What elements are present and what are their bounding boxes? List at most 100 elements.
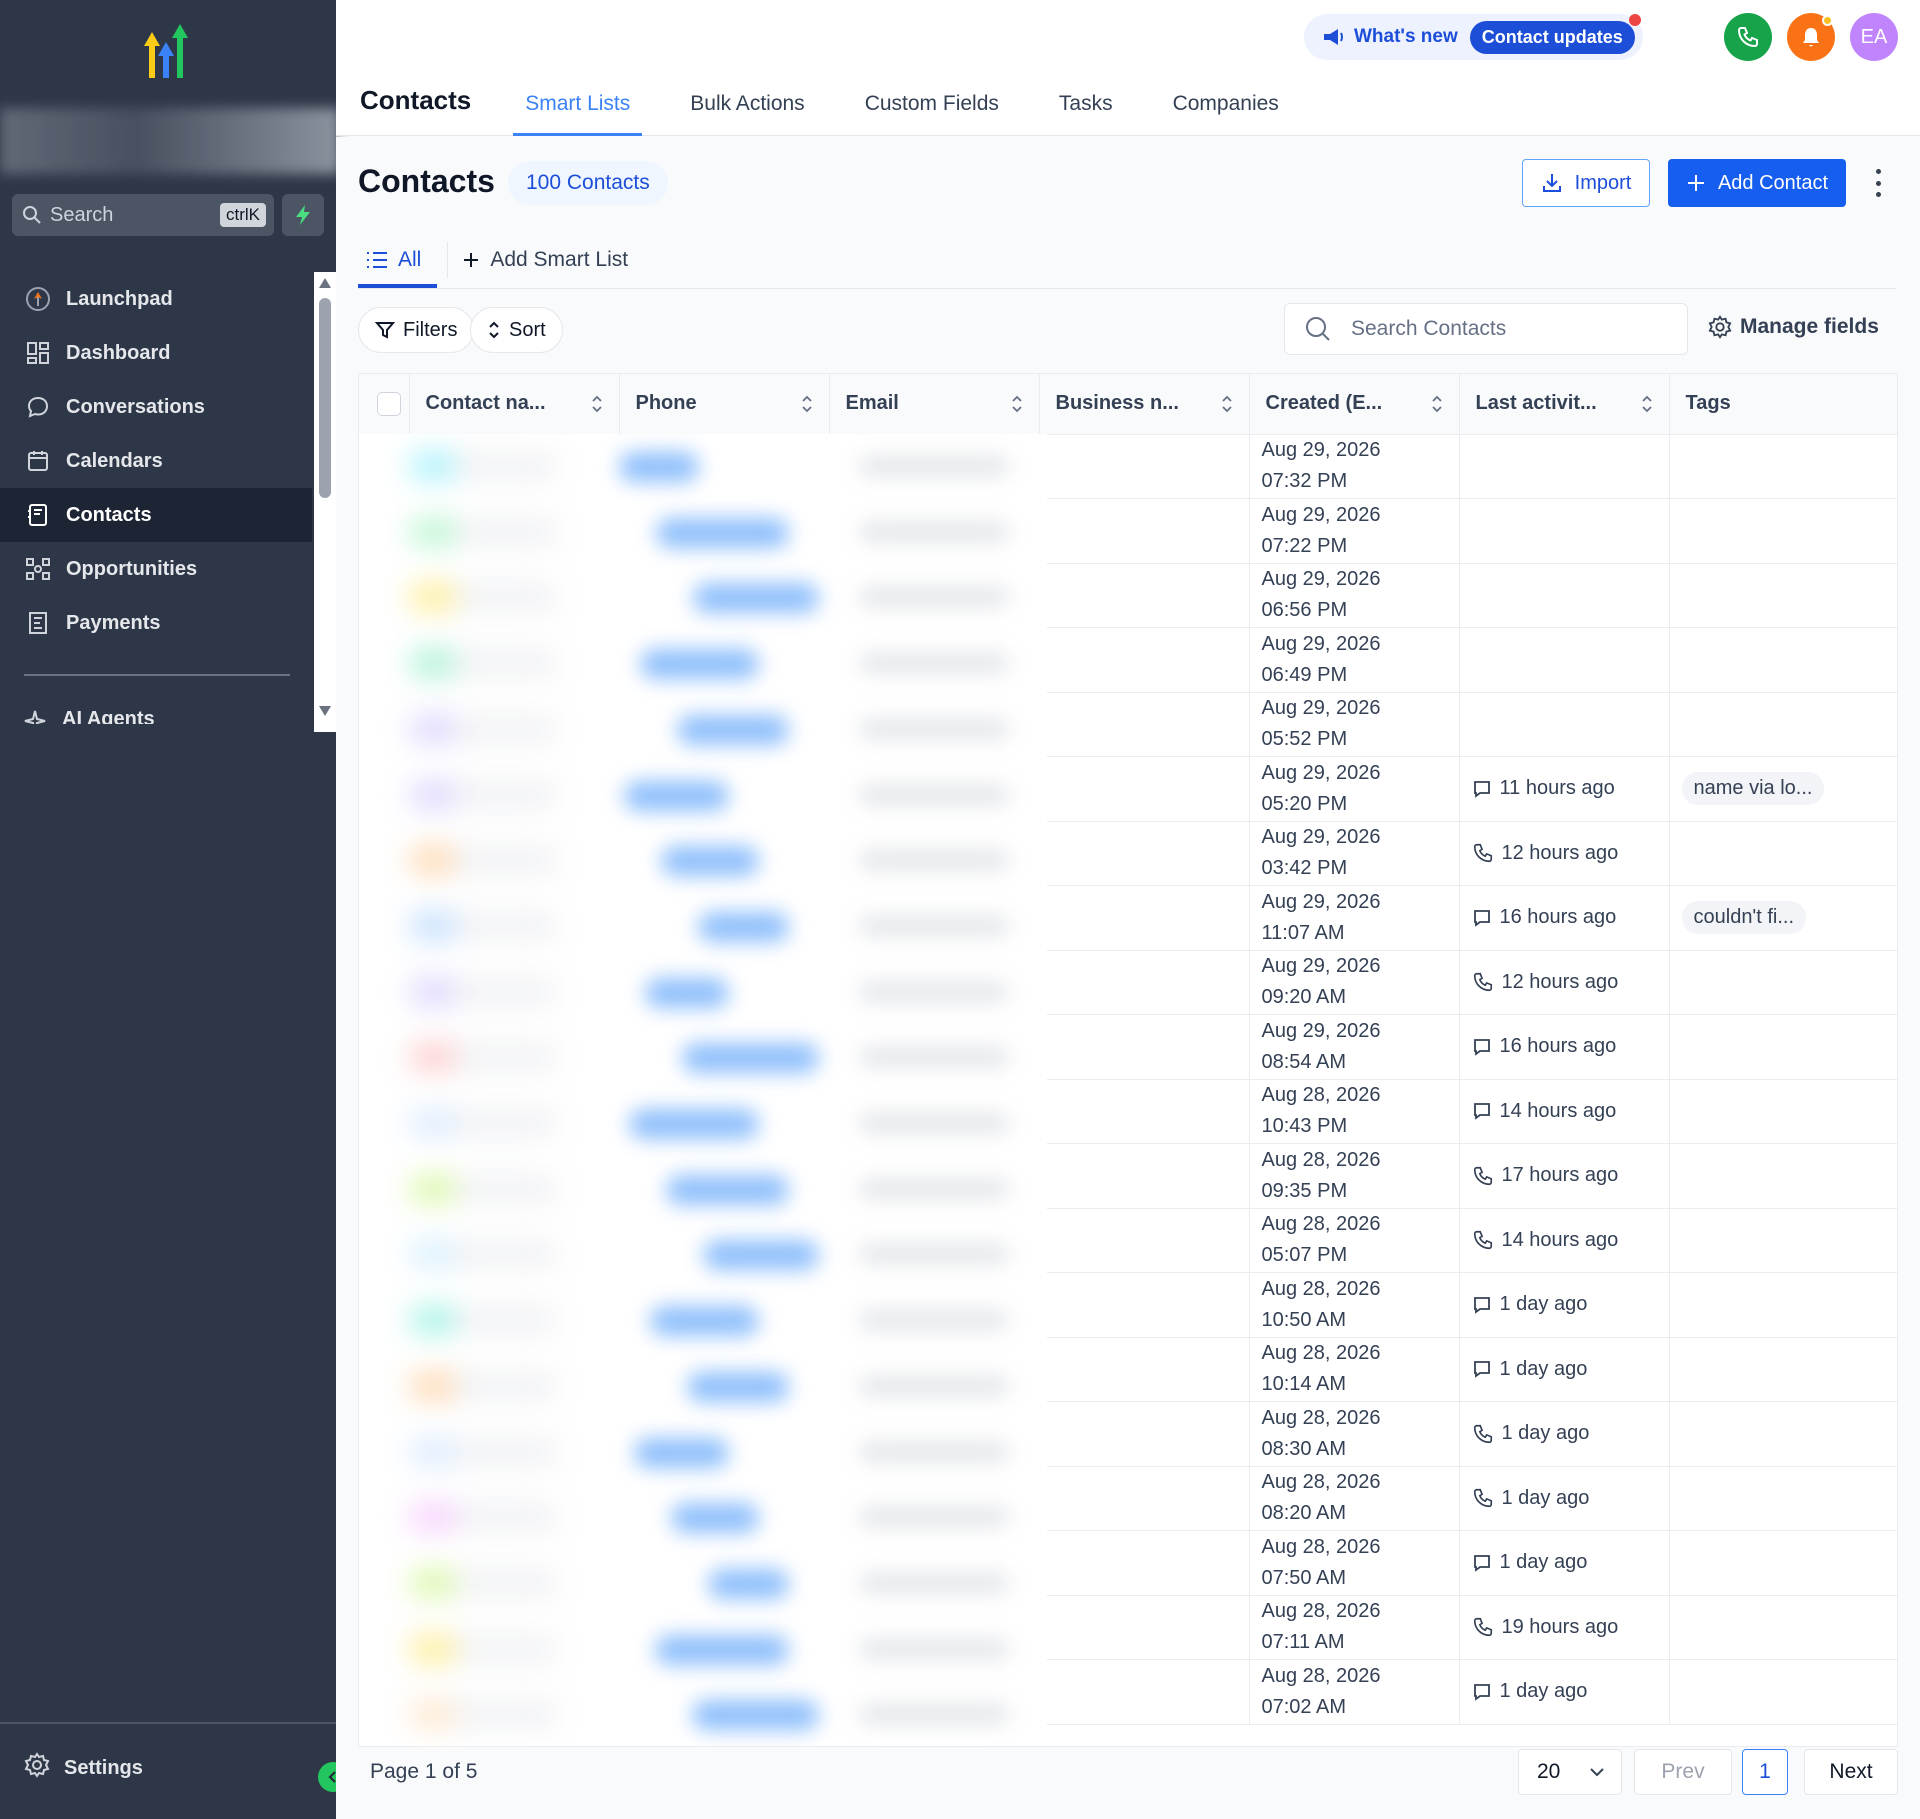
more-options-icon[interactable] — [1866, 167, 1890, 199]
sort-label: Sort — [509, 318, 546, 341]
add-smart-list-button[interactable]: Add Smart List — [462, 248, 644, 288]
page-size-select[interactable]: 20 — [1518, 1749, 1622, 1795]
settings-label: Settings — [64, 1756, 143, 1779]
manage-fields-button[interactable]: Manage fields — [1708, 315, 1879, 339]
business-name-cell — [1039, 1079, 1250, 1144]
sidebar-item-opportunities[interactable]: Opportunities — [0, 542, 312, 596]
created-date: Aug 28, 2026 — [1261, 1213, 1381, 1236]
phone-button[interactable] — [1724, 13, 1772, 61]
tags-cell — [1669, 1595, 1897, 1660]
column-label: Email — [845, 392, 899, 415]
scroll-down-arrow[interactable] — [319, 706, 331, 716]
tag-chip[interactable]: name via lo... — [1681, 772, 1825, 806]
sidebar-item-payments[interactable]: Payments — [0, 596, 312, 650]
created-cell: Aug 28, 2026 10:50 AM — [1249, 1272, 1460, 1338]
next-page-button[interactable]: Next — [1804, 1749, 1898, 1795]
bell-icon — [1803, 28, 1819, 47]
contact-updates-pill[interactable]: Contact updates — [1469, 20, 1635, 54]
tag-chip[interactable]: couldn't fi... — [1681, 901, 1807, 935]
add-contact-button[interactable]: Add Contact — [1668, 159, 1846, 207]
column-header-email[interactable]: Email — [829, 374, 1040, 435]
column-label: Last activit... — [1475, 392, 1597, 415]
scroll-up-arrow[interactable] — [319, 278, 331, 288]
sidebar-item-label: Opportunities — [66, 557, 198, 580]
phone-icon — [1473, 1618, 1492, 1637]
sort-icon[interactable] — [591, 395, 603, 413]
created-cell: Aug 28, 2026 05:07 PM — [1249, 1208, 1460, 1273]
whats-new-banner[interactable]: What's new Contact updates — [1304, 14, 1643, 60]
search-contacts-box[interactable] — [1284, 303, 1688, 355]
prev-page-button[interactable]: Prev — [1634, 1749, 1732, 1795]
filter-icon — [375, 322, 395, 339]
sort-icon[interactable] — [1641, 395, 1653, 413]
created-time: 07:32 PM — [1261, 470, 1348, 493]
column-header-contact-name[interactable]: Contact na... — [409, 374, 620, 435]
sidebar-item-conversations[interactable]: Conversations — [0, 380, 312, 434]
sort-button[interactable]: Sort — [470, 307, 563, 353]
tab-companies[interactable]: Companies — [1161, 92, 1291, 136]
sort-icon[interactable] — [1431, 395, 1443, 413]
column-label: Tags — [1685, 392, 1731, 415]
last-activity-text: 14 hours ago — [1501, 1228, 1619, 1251]
download-icon — [1542, 174, 1561, 192]
sort-icon[interactable] — [1011, 395, 1023, 413]
notification-dot — [1628, 14, 1641, 26]
smart-list-all[interactable]: All — [358, 248, 438, 288]
sidebar-item-calendars[interactable]: Calendars — [0, 434, 312, 488]
sidebar-item-label: Launchpad — [66, 287, 173, 310]
filters-button[interactable]: Filters — [358, 307, 475, 353]
tags-cell — [1669, 1466, 1897, 1531]
tab-tasks[interactable]: Tasks — [1047, 92, 1125, 136]
tab-smart-lists[interactable]: Smart Lists — [513, 92, 643, 136]
sidebar-item-dashboard[interactable]: Dashboard — [0, 326, 312, 380]
last-activity: 1 day ago — [1472, 1422, 1657, 1445]
sidebar-search[interactable]: Search ctrlK — [12, 194, 274, 236]
column-header-tags: Tags — [1669, 374, 1897, 435]
search-contacts-input[interactable] — [1351, 317, 1651, 341]
redacted-row — [359, 434, 1047, 498]
last-activity-cell: 16 hours ago — [1459, 1014, 1670, 1080]
last-activity-text: 16 hours ago — [1499, 906, 1617, 929]
tags-cell — [1669, 1659, 1897, 1725]
account-switcher[interactable] — [0, 108, 340, 174]
last-activity: 1 day ago — [1472, 1293, 1657, 1316]
sidebar-item-ai-agents[interactable]: AI Agents — [24, 708, 155, 724]
last-activity-cell: 14 hours ago — [1459, 1208, 1670, 1273]
created-date: Aug 28, 2026 — [1261, 1277, 1381, 1300]
search-shortcut-badge: ctrlK — [220, 203, 266, 227]
redacted-email — [859, 1638, 1009, 1659]
column-header-created[interactable]: Created (E... — [1249, 374, 1460, 435]
phone-icon — [1473, 973, 1492, 992]
sort-icon[interactable] — [1221, 395, 1233, 413]
last-activity-cell: 14 hours ago — [1459, 1079, 1670, 1144]
last-activity: 17 hours ago — [1472, 1164, 1657, 1187]
column-header-phone[interactable]: Phone — [619, 374, 830, 435]
column-header-last-activity[interactable]: Last activit... — [1459, 374, 1670, 435]
redacted-row — [359, 1420, 1047, 1484]
select-all-checkbox[interactable] — [377, 391, 401, 416]
tab-custom-fields[interactable]: Custom Fields — [853, 92, 1011, 136]
sidebar-search-placeholder: Search — [50, 203, 114, 226]
sidebar-item-settings[interactable]: Settings — [24, 1752, 143, 1784]
column-label: Business n... — [1055, 392, 1179, 415]
user-avatar[interactable]: EA — [1850, 13, 1898, 61]
quick-actions-button[interactable] — [282, 194, 324, 236]
column-header-business-name[interactable]: Business n... — [1039, 374, 1250, 435]
calendar-icon — [24, 447, 52, 475]
scroll-thumb[interactable] — [319, 298, 331, 498]
last-activity-cell — [1459, 627, 1670, 693]
import-button[interactable]: Import — [1522, 159, 1650, 207]
phone-icon — [1473, 1231, 1492, 1250]
created-cell: Aug 28, 2026 08:30 AM — [1249, 1401, 1460, 1467]
sidebar-item-contacts[interactable]: Contacts — [0, 488, 312, 542]
sort-icon[interactable] — [801, 395, 813, 413]
redacted-row — [359, 1617, 1047, 1681]
sidebar-item-launchpad[interactable]: Launchpad — [0, 272, 312, 326]
tab-bulk-actions[interactable]: Bulk Actions — [678, 92, 816, 136]
sidebar-scrollbar[interactable] — [314, 272, 336, 724]
page-number-button[interactable]: 1 — [1742, 1749, 1788, 1795]
last-activity-cell — [1459, 692, 1670, 757]
notifications-button[interactable] — [1787, 13, 1835, 61]
contacts-icon — [24, 501, 52, 529]
created-date: Aug 29, 2026 — [1261, 761, 1381, 784]
